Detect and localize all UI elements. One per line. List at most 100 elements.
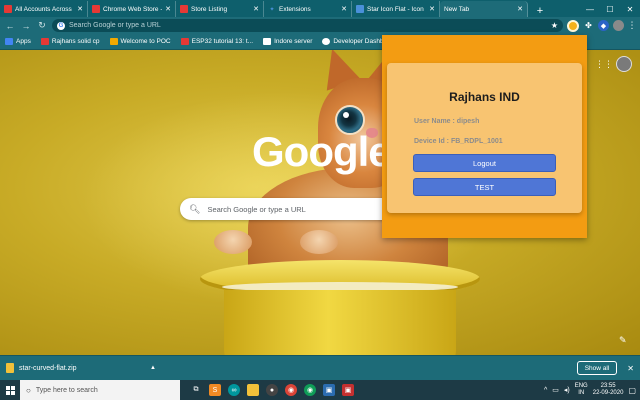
kitten-paw xyxy=(214,230,252,254)
system-tray: ^ ▭ ◂) ENG IN 23:55 22-09-2020 ▢ xyxy=(544,383,640,397)
taskbar-search[interactable]: ○ Type here to search xyxy=(20,380,180,400)
tab-label: Extensions xyxy=(279,5,311,13)
tab-favicon xyxy=(356,5,364,13)
tab-label: New Tab xyxy=(444,5,470,13)
bookmark-label: Welcome to POC xyxy=(120,38,171,45)
chrome-icon xyxy=(322,38,331,45)
extension-popup: Rajhans IND User Name : dipesh Device Id… xyxy=(382,35,587,238)
close-icon[interactable]: ✕ xyxy=(429,5,435,13)
bookmark-rajhans-solid[interactable]: Rajhans solid cp xyxy=(40,38,100,45)
new-tab-button[interactable]: + xyxy=(532,5,548,17)
window-controls: — ☐ ✕ xyxy=(580,1,640,17)
account-avatar[interactable] xyxy=(616,56,632,72)
tab-store-listing[interactable]: Store Listing ✕ xyxy=(176,1,264,17)
task-view-icon[interactable]: ⧉ xyxy=(190,384,202,396)
tab-all-accounts[interactable]: All Accounts Across ✕ xyxy=(0,1,88,17)
bookmark-welcome-poc[interactable]: Welcome to POC xyxy=(109,38,171,45)
language-bottom: IN xyxy=(578,390,585,396)
google-logo: Google xyxy=(252,128,392,175)
tab-label: All Accounts Across xyxy=(15,5,72,13)
tab-label: Store Listing xyxy=(191,5,228,13)
close-window-icon[interactable]: ✕ xyxy=(620,5,640,14)
chevron-up-icon[interactable]: ▲ xyxy=(150,365,156,371)
download-file-name: star-curved-flat.zip xyxy=(19,364,77,372)
tab-chrome-web-store[interactable]: Chrome Web Store - ✕ xyxy=(88,1,176,17)
show-all-button[interactable]: Show all xyxy=(576,361,618,375)
chrome-icon[interactable]: ◉ xyxy=(304,384,316,396)
extension-active-icon[interactable] xyxy=(567,19,579,32)
tab-favicon xyxy=(4,5,12,13)
arduino-icon[interactable]: ∞ xyxy=(228,384,240,396)
maximize-icon[interactable]: ☐ xyxy=(600,5,620,14)
google-icon: G xyxy=(57,21,65,30)
taskbar: ○ Type here to search ⧉ S ∞ ● ◉ ◉ ▣ ▣ ^ … xyxy=(0,380,640,400)
windows-start-icon[interactable] xyxy=(0,380,20,400)
youtube-icon xyxy=(180,38,189,45)
tab-favicon xyxy=(92,5,100,13)
recorder-icon[interactable]: ● xyxy=(266,384,278,396)
close-icon[interactable]: ✕ xyxy=(165,5,171,13)
tab-star-icon[interactable]: Star Icon Flat - Icon ✕ xyxy=(352,1,440,17)
extension-blue-icon[interactable]: ◆ xyxy=(598,20,609,31)
download-bar: star-curved-flat.zip ▲ Show all ✕ xyxy=(0,355,640,380)
bookmark-star-icon[interactable]: ★ xyxy=(551,21,558,30)
tab-new-tab[interactable]: New Tab ✕ xyxy=(440,1,528,17)
close-icon[interactable]: ✕ xyxy=(517,5,523,13)
menu-kebab-icon[interactable]: ⋮ xyxy=(628,20,637,31)
page-icon xyxy=(263,38,272,45)
ntp-search-placeholder: Search Google or type a URL xyxy=(207,204,306,214)
bucket xyxy=(224,290,456,355)
google-apps-icon[interactable]: ⋮⋮ xyxy=(595,59,613,70)
chevron-up-icon[interactable]: ^ xyxy=(544,387,547,394)
bookmark-label: ESP32 tutorial 13: t... xyxy=(191,38,254,45)
bookmark-favicon xyxy=(109,38,118,45)
volume-icon[interactable]: ◂) xyxy=(564,386,570,394)
forward-icon[interactable]: → xyxy=(20,21,32,31)
search-icon: 🔍︎ xyxy=(189,203,201,214)
youtube-icon xyxy=(40,38,49,45)
close-icon[interactable]: ✕ xyxy=(253,5,259,13)
device-id-text: Device Id : FB_RDPL_1001 xyxy=(414,138,503,145)
user-name-text: User Name : dipesh xyxy=(414,118,480,125)
search-icon: ○ xyxy=(26,385,31,395)
taskbar-search-placeholder: Type here to search xyxy=(35,386,98,394)
back-icon[interactable]: ← xyxy=(4,21,16,31)
download-item[interactable]: star-curved-flat.zip ▲ xyxy=(6,363,156,373)
clock[interactable]: 23:55 22-09-2020 xyxy=(593,383,624,397)
close-icon[interactable]: ✕ xyxy=(77,5,83,13)
customize-pencil-icon[interactable]: ✎ xyxy=(619,335,627,346)
file-explorer-icon[interactable] xyxy=(247,384,259,396)
bookmark-esp32-tutorial[interactable]: ESP32 tutorial 13: t... xyxy=(180,38,254,45)
tab-extensions[interactable]: ✦ Extensions ✕ xyxy=(264,1,352,17)
reload-icon[interactable]: ↻ xyxy=(36,20,48,31)
bookmark-apps[interactable]: Apps xyxy=(5,38,31,45)
notification-icon[interactable]: ▢ xyxy=(628,386,636,395)
sublime-icon[interactable]: S xyxy=(209,384,221,396)
tab-favicon xyxy=(180,5,188,13)
clock-date: 22-09-2020 xyxy=(592,390,624,396)
app-icon[interactable]: ▣ xyxy=(342,384,354,396)
address-bar[interactable]: G Search Google or type a URL ★ xyxy=(52,19,563,32)
taskbar-apps: ⧉ S ∞ ● ◉ ◉ ▣ ▣ xyxy=(190,384,354,396)
clock-time: 23:55 xyxy=(600,383,616,389)
bookmark-indore-server[interactable]: Indore server xyxy=(263,38,312,45)
chrome-icon[interactable]: ◉ xyxy=(285,384,297,396)
kitten-paw xyxy=(300,230,338,254)
close-icon[interactable]: ✕ xyxy=(341,5,347,13)
browser-toolbar: ← → ↻ G Search Google or type a URL ★ ✤ … xyxy=(0,17,640,34)
logout-button[interactable]: Logout xyxy=(413,154,556,172)
puzzle-icon: ✦ xyxy=(269,6,275,13)
close-icon[interactable]: ✕ xyxy=(627,364,634,373)
apps-grid-icon xyxy=(5,38,13,45)
network-icon[interactable]: ▭ xyxy=(552,386,559,394)
popup-title: Rajhans IND xyxy=(449,90,520,104)
tab-strip: All Accounts Across ✕ Chrome Web Store -… xyxy=(0,0,640,17)
app-icon[interactable]: ▣ xyxy=(323,384,335,396)
language-indicator[interactable]: ENG IN xyxy=(575,383,588,397)
address-bar-placeholder: Search Google or type a URL xyxy=(69,22,161,29)
minimize-icon[interactable]: — xyxy=(580,5,600,14)
popup-card: Rajhans IND User Name : dipesh Device Id… xyxy=(387,63,582,213)
test-button[interactable]: TEST xyxy=(413,178,556,196)
extensions-puzzle-icon[interactable]: ✤ xyxy=(583,20,594,31)
profile-avatar[interactable] xyxy=(613,20,624,31)
